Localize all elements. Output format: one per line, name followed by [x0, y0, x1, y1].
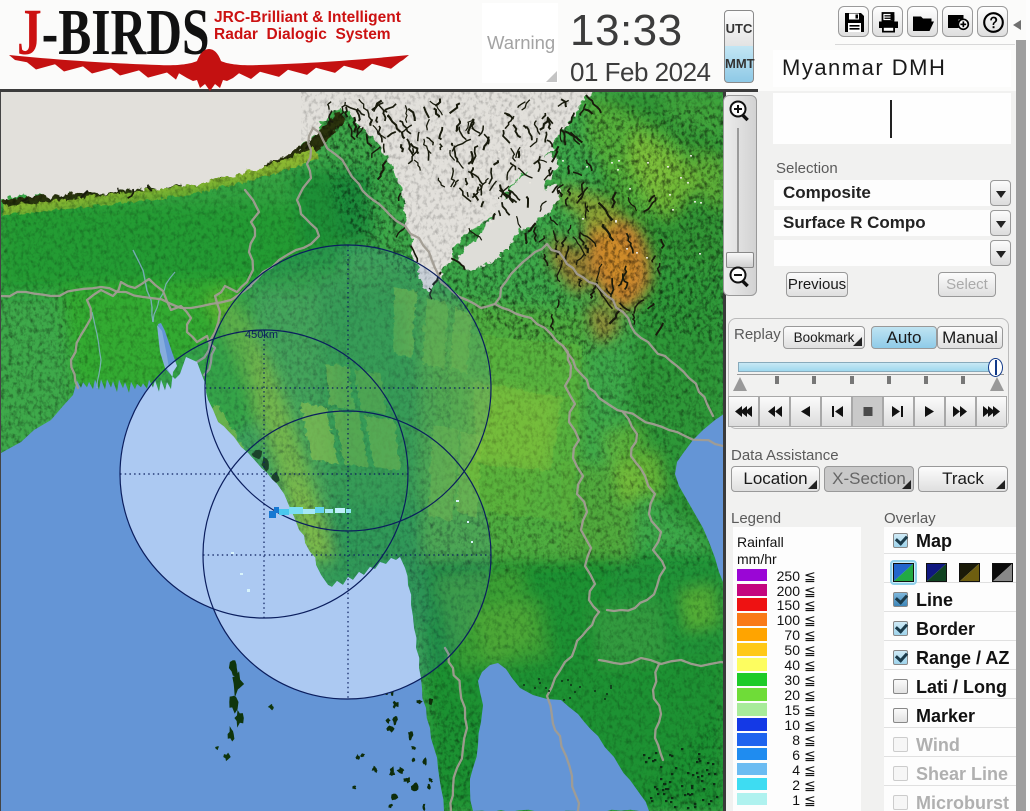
- svg-text:450km: 450km: [245, 329, 278, 341]
